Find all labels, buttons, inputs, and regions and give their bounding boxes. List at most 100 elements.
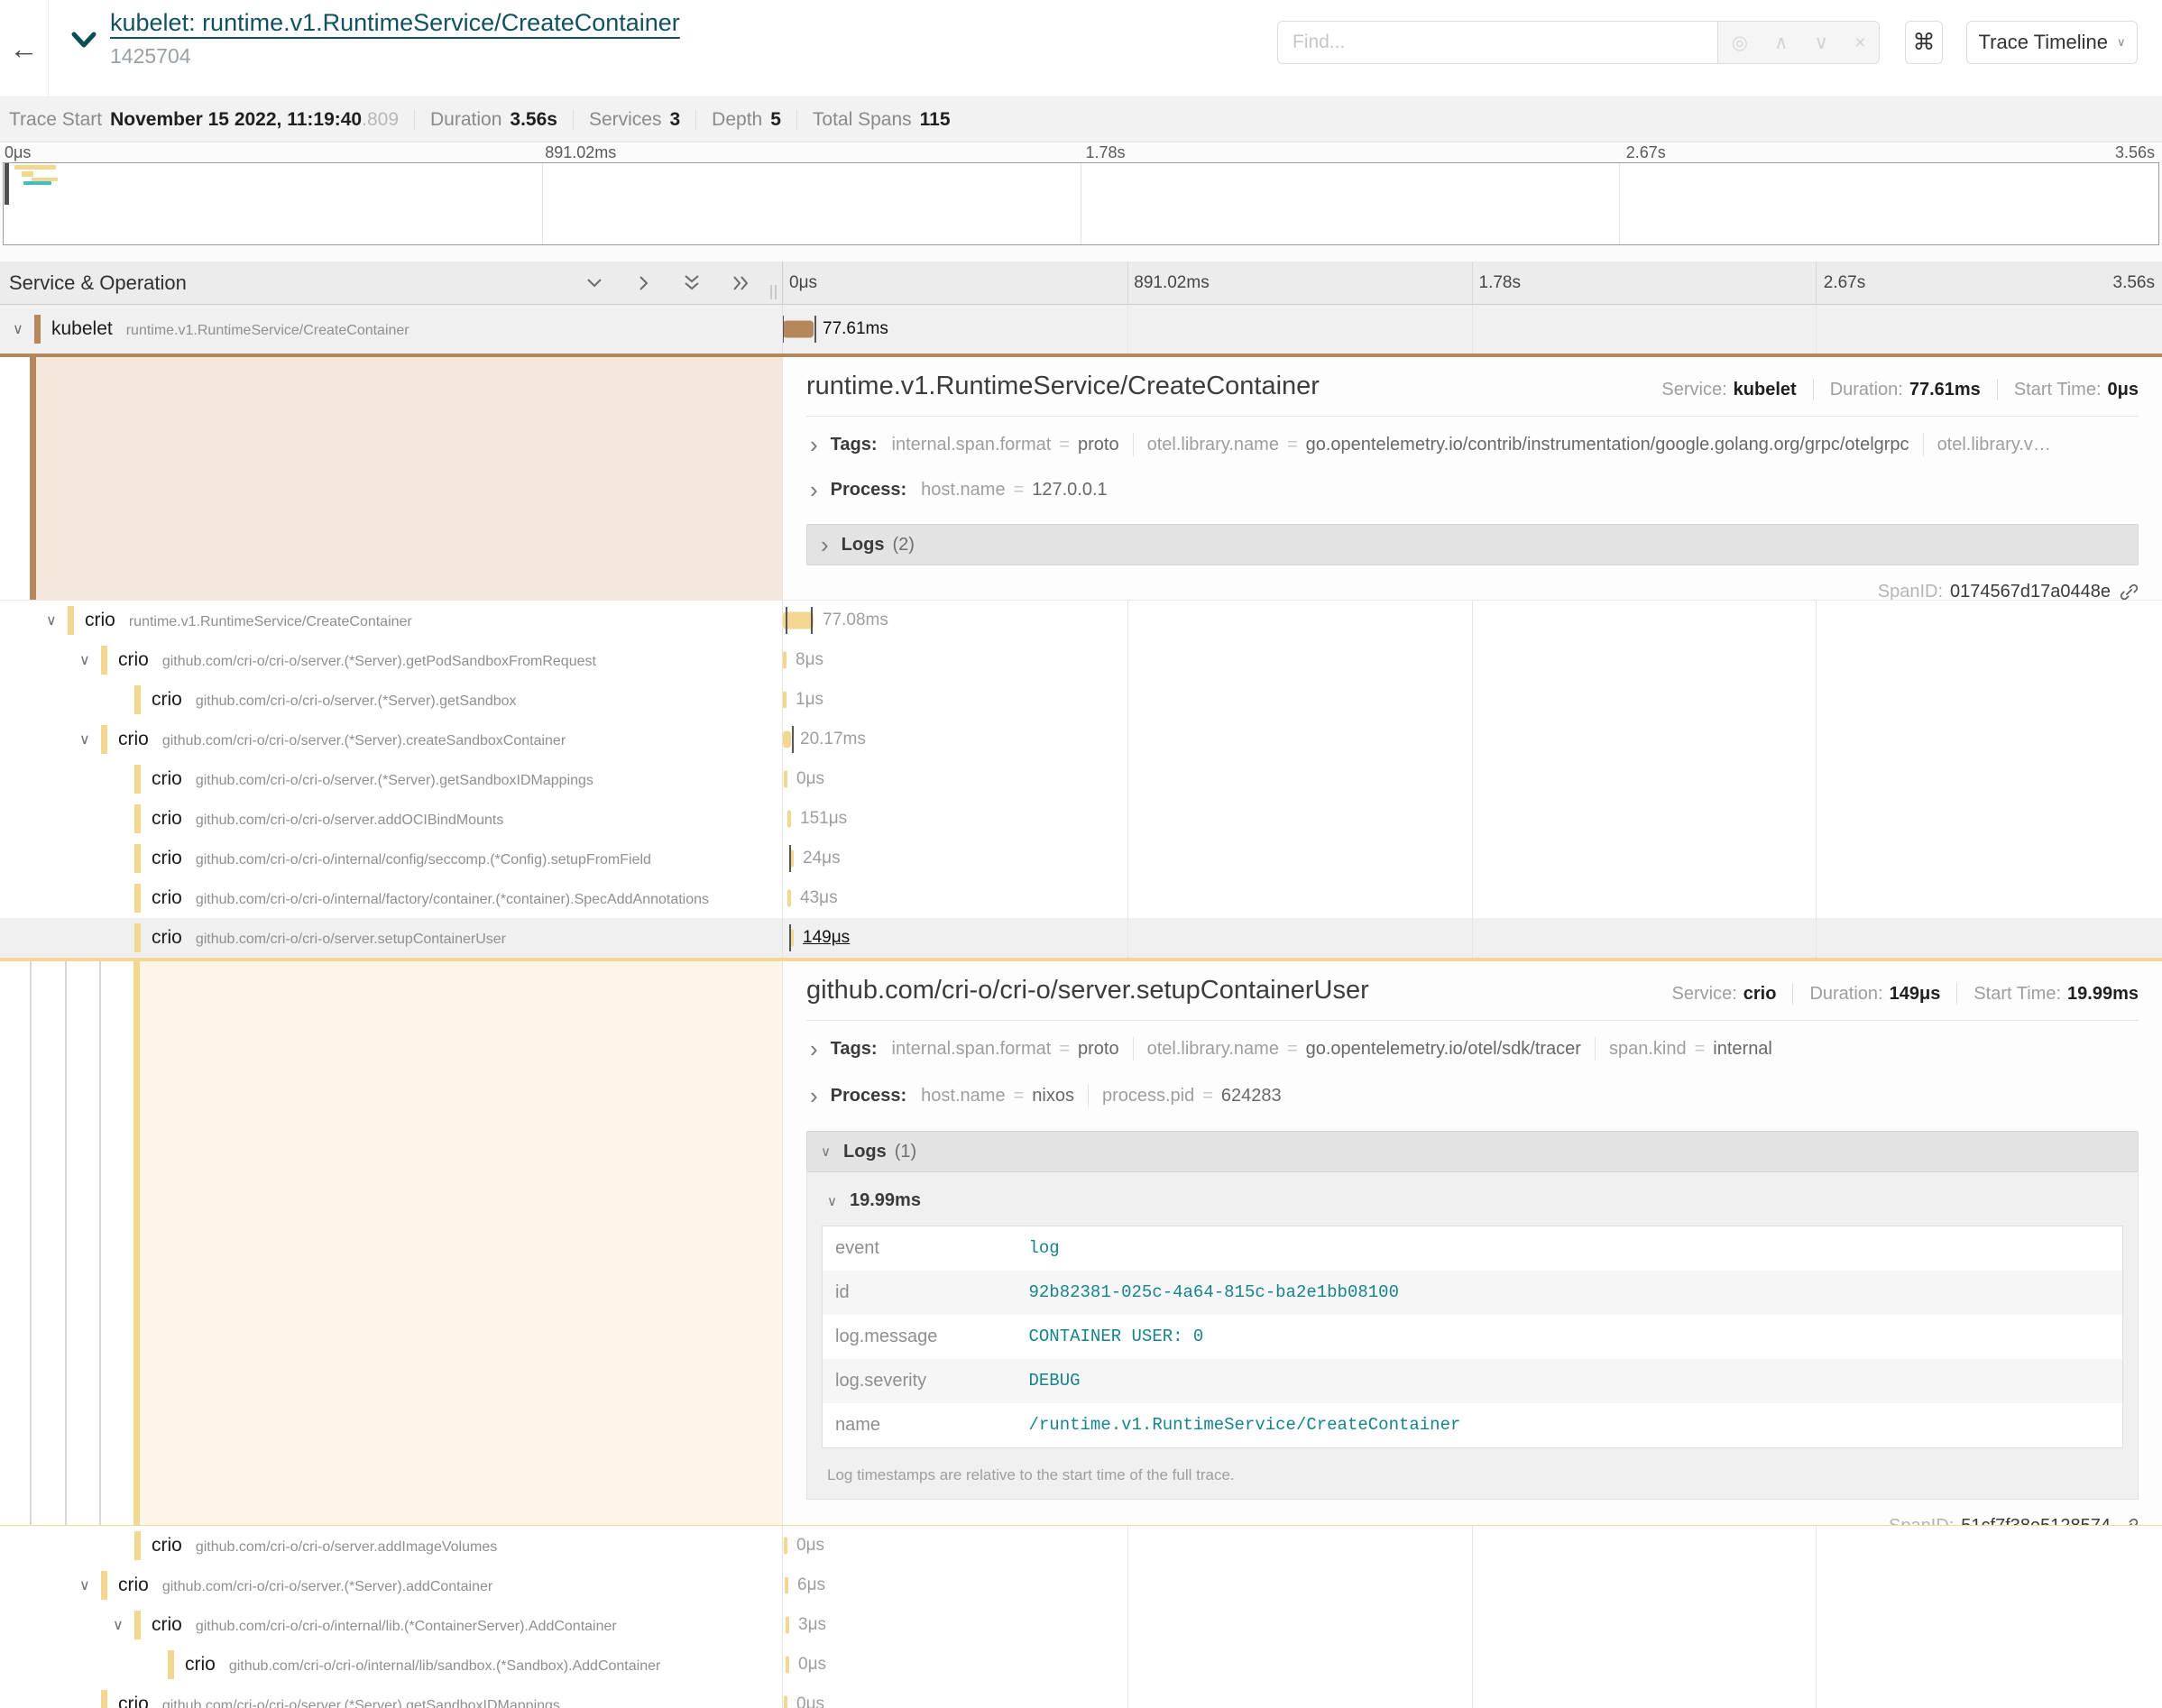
span-row-timeline-cell[interactable]: 43μs — [783, 878, 2162, 918]
minimap-canvas[interactable] — [3, 162, 2159, 245]
span-row-name-cell[interactable]: criogithub.com/cri-o/cri-o/internal/conf… — [0, 839, 783, 878]
span-row-name-cell[interactable]: criogithub.com/cri-o/cri-o/server.setupC… — [0, 918, 783, 958]
span-row-timeline-cell[interactable]: 8μs — [783, 640, 2162, 680]
tag-value: internal — [1713, 1039, 1772, 1060]
span-row-name-cell[interactable]: ∨criogithub.com/cri-o/cri-o/server.(*Ser… — [0, 640, 783, 680]
span-row-name-cell[interactable]: criogithub.com/cri-o/cri-o/server.addOCI… — [0, 799, 783, 839]
span-row-name-cell[interactable]: criogithub.com/cri-o/cri-o/server.(*Serv… — [0, 680, 783, 720]
column-resize-grip[interactable] — [770, 285, 777, 299]
span-row-name-cell[interactable]: criogithub.com/cri-o/cri-o/server.(*Serv… — [0, 759, 783, 799]
span-row[interactable]: criogithub.com/cri-o/cri-o/internal/lib/… — [0, 1645, 2162, 1685]
span-row[interactable]: ∨criogithub.com/cri-o/cri-o/server.(*Ser… — [0, 720, 2162, 759]
expand-all-icon[interactable] — [730, 272, 751, 294]
find-input[interactable] — [1277, 21, 1717, 64]
chevron-right-icon[interactable]: › — [810, 436, 818, 455]
span-row-timeline-cell[interactable]: 0μs — [783, 1645, 2162, 1685]
span-row-timeline-cell[interactable]: 20.17ms — [783, 720, 2162, 759]
span-row-timeline-cell[interactable]: 0μs — [783, 1526, 2162, 1566]
span-row-name-cell[interactable]: criogithub.com/cri-o/cri-o/internal/lib/… — [0, 1645, 783, 1685]
span-duration-bar[interactable] — [783, 612, 814, 629]
chevron-right-icon[interactable]: › — [821, 536, 829, 555]
span-row-name-cell[interactable]: ∨crioruntime.v1.RuntimeService/CreateCon… — [0, 601, 783, 640]
clear-search-icon[interactable]: × — [1854, 33, 1865, 52]
span-row-name-cell[interactable]: criogithub.com/cri-o/cri-o/server.(*Serv… — [0, 1685, 783, 1708]
span-children-collapse-icon[interactable]: ∨ — [79, 651, 90, 669]
span-row[interactable]: criogithub.com/cri-o/cri-o/server.setupC… — [0, 918, 2162, 958]
span-duration-bar[interactable] — [784, 1538, 787, 1555]
chevron-down-icon[interactable]: ∨ — [821, 1143, 831, 1160]
span-children-collapse-icon[interactable]: ∨ — [79, 1576, 90, 1594]
collapse-one-icon[interactable] — [584, 272, 605, 294]
span-duration-bar[interactable] — [786, 1657, 789, 1674]
span-row-timeline-cell[interactable]: 149μs — [783, 918, 2162, 958]
minimap-drag-handle[interactable] — [5, 163, 9, 205]
span-duration-bar[interactable] — [784, 771, 787, 788]
span-row[interactable]: ∨criogithub.com/cri-o/cri-o/internal/lib… — [0, 1605, 2162, 1645]
span-duration-bar[interactable] — [787, 890, 791, 907]
span-row-name-cell[interactable]: criogithub.com/cri-o/cri-o/server.addIma… — [0, 1526, 783, 1566]
span-row-name-cell[interactable]: ∨criogithub.com/cri-o/cri-o/internal/lib… — [0, 1605, 783, 1645]
span-duration-bar[interactable] — [783, 731, 791, 748]
span-row-timeline-cell[interactable]: 24μs — [783, 839, 2162, 878]
prev-result-icon[interactable]: ∧ — [1774, 33, 1788, 52]
deep-link-icon[interactable] — [2120, 583, 2139, 600]
span-duration-bar[interactable] — [783, 692, 787, 709]
span-children-collapse-icon[interactable]: ∨ — [79, 730, 90, 748]
log-field-key: log.message — [823, 1315, 1017, 1359]
span-duration-bar[interactable] — [786, 1617, 789, 1634]
span-row[interactable]: criogithub.com/cri-o/cri-o/server.(*Serv… — [0, 759, 2162, 799]
span-row-timeline-cell[interactable]: 3μs — [783, 1605, 2162, 1645]
trace-collapse-chevron-icon[interactable] — [70, 31, 97, 55]
span-children-collapse-icon[interactable]: ∨ — [46, 611, 57, 629]
span-row[interactable]: criogithub.com/cri-o/cri-o/server.(*Serv… — [0, 680, 2162, 720]
span-row-name-cell[interactable]: ∨criogithub.com/cri-o/cri-o/server.(*Ser… — [0, 720, 783, 759]
trace-view-selector[interactable]: Trace Timeline ∨ — [1966, 21, 2138, 64]
span-row-name-cell[interactable]: ∨kubeletruntime.v1.RuntimeService/Create… — [0, 305, 783, 354]
locate-icon[interactable]: ◎ — [1732, 33, 1748, 52]
span-row-timeline-cell[interactable]: 0μs — [783, 1685, 2162, 1708]
span-row[interactable]: criogithub.com/cri-o/cri-o/server.(*Serv… — [0, 1685, 2162, 1708]
next-result-icon[interactable]: ∨ — [1815, 33, 1828, 52]
logs-section-header[interactable]: ›Logs(2) — [806, 524, 2139, 565]
span-row[interactable]: ∨criogithub.com/cri-o/cri-o/server.(*Ser… — [0, 1566, 2162, 1605]
span-row-timeline-cell[interactable]: 77.08ms — [783, 601, 2162, 640]
span-row[interactable]: criogithub.com/cri-o/cri-o/server.addOCI… — [0, 799, 2162, 839]
span-row[interactable]: criogithub.com/cri-o/cri-o/server.addIma… — [0, 1526, 2162, 1566]
span-duration-bar[interactable] — [784, 1696, 787, 1708]
span-row-timeline-cell[interactable]: 77.61ms — [783, 305, 2162, 354]
summary-label: Depth — [712, 109, 762, 131]
span-row[interactable]: ∨crioruntime.v1.RuntimeService/CreateCon… — [0, 601, 2162, 640]
chevron-down-icon[interactable]: ∨ — [827, 1193, 837, 1209]
span-row-timeline-cell[interactable]: 0μs — [783, 759, 2162, 799]
span-children-collapse-icon[interactable]: ∨ — [13, 320, 23, 338]
span-row[interactable]: ∨criogithub.com/cri-o/cri-o/server.(*Ser… — [0, 640, 2162, 680]
chevron-right-icon[interactable]: › — [810, 481, 818, 500]
timeline-grid-header: Service & Operation 0μs891.02ms1.78s2.67… — [0, 262, 2162, 305]
span-duration-bar[interactable] — [785, 1577, 788, 1594]
span-duration-bar[interactable] — [783, 652, 787, 669]
span-row[interactable]: criogithub.com/cri-o/cri-o/internal/fact… — [0, 878, 2162, 918]
span-duration-bar[interactable] — [783, 321, 814, 338]
log-entry-timestamp[interactable]: ∨19.99ms — [827, 1190, 2123, 1211]
span-children-collapse-icon[interactable]: ∨ — [113, 1616, 124, 1634]
service-name: crio — [152, 768, 182, 790]
collapse-all-icon[interactable] — [681, 272, 703, 294]
span-duration-label: 151μs — [800, 809, 847, 829]
span-row-timeline-cell[interactable]: 151μs — [783, 799, 2162, 839]
expand-one-icon[interactable] — [632, 272, 654, 294]
span-row[interactable]: ∨kubeletruntime.v1.RuntimeService/Create… — [0, 305, 2162, 354]
span-duration-bar[interactable] — [787, 811, 791, 828]
span-row-timeline-cell[interactable]: 6μs — [783, 1566, 2162, 1605]
logs-section-header[interactable]: ∨Logs(1) — [806, 1131, 2139, 1172]
chevron-right-icon[interactable]: › — [810, 1087, 818, 1106]
span-row-name-cell[interactable]: ∨criogithub.com/cri-o/cri-o/server.(*Ser… — [0, 1566, 783, 1605]
span-row-name-cell[interactable]: criogithub.com/cri-o/cri-o/internal/fact… — [0, 878, 783, 918]
chevron-right-icon[interactable]: › — [810, 1040, 818, 1059]
span-row[interactable]: criogithub.com/cri-o/cri-o/internal/conf… — [0, 839, 2162, 878]
span-row-timeline-cell[interactable]: 1μs — [783, 680, 2162, 720]
service-color-bar — [134, 1531, 141, 1560]
keyboard-shortcuts-button[interactable]: ⌘ — [1905, 21, 1943, 64]
back-button[interactable]: ← — [0, 0, 49, 97]
deep-link-icon[interactable] — [2120, 1517, 2139, 1525]
trace-title-link[interactable]: kubelet: runtime.v1.RuntimeService/Creat… — [110, 9, 680, 37]
